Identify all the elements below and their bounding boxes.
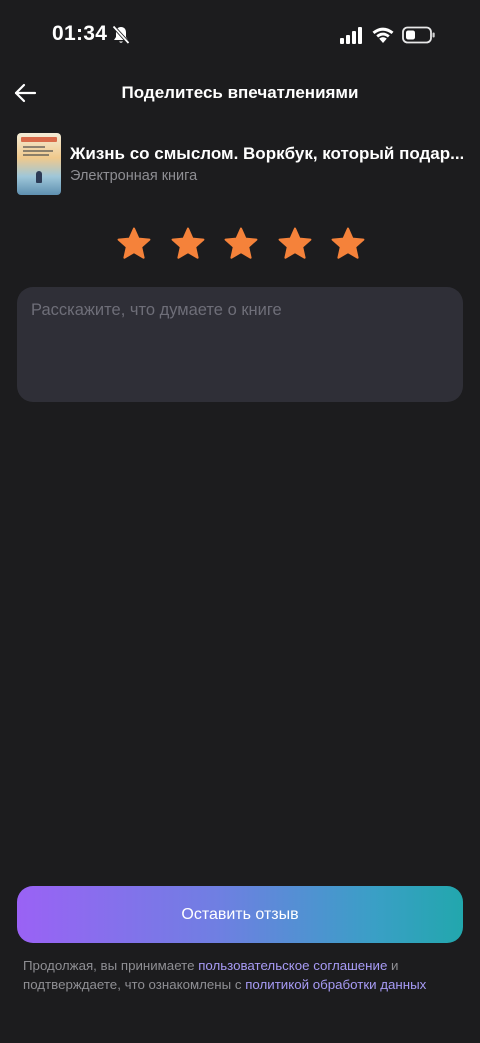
review-box bbox=[17, 287, 463, 402]
wifi-icon bbox=[372, 27, 394, 43]
cover-figure bbox=[36, 171, 42, 183]
star-icon[interactable] bbox=[116, 226, 152, 262]
star-icon[interactable] bbox=[277, 226, 313, 262]
star-icon[interactable] bbox=[170, 226, 206, 262]
status-time: 01:34 bbox=[52, 22, 108, 45]
cover-line bbox=[23, 150, 53, 152]
status-bar: 01:34 bbox=[0, 0, 480, 70]
star-icon[interactable] bbox=[223, 226, 259, 262]
cover-line bbox=[23, 154, 49, 156]
battery-icon bbox=[402, 26, 435, 44]
back-button[interactable] bbox=[8, 76, 42, 110]
user-agreement-link[interactable]: пользовательское соглашение bbox=[198, 958, 387, 973]
star-rating bbox=[116, 226, 366, 262]
star-icon[interactable] bbox=[330, 226, 366, 262]
header: Поделитесь впечатлениями bbox=[0, 70, 480, 118]
legal-notice: Продолжая, вы принимаете пользовательско… bbox=[23, 956, 463, 994]
arrow-left-icon bbox=[14, 83, 37, 103]
book-info: Жизнь со смыслом. Воркбук, который подар… bbox=[17, 133, 463, 195]
book-type: Электронная книга bbox=[70, 168, 198, 184]
page-title: Поделитесь впечатлениями bbox=[121, 83, 359, 102]
legal-text: Продолжая, вы принимаете bbox=[23, 958, 199, 973]
signal-icon bbox=[340, 27, 362, 44]
privacy-policy-link[interactable]: политикой обработки данных bbox=[245, 977, 426, 992]
review-input[interactable] bbox=[31, 301, 449, 388]
book-cover bbox=[17, 133, 61, 195]
submit-review-button[interactable]: Оставить отзыв bbox=[17, 886, 463, 943]
cover-band bbox=[21, 137, 57, 142]
book-title: Жизнь со смыслом. Воркбук, который подар… bbox=[70, 144, 463, 163]
bell-slash-icon bbox=[112, 25, 130, 45]
cover-line bbox=[23, 146, 45, 148]
